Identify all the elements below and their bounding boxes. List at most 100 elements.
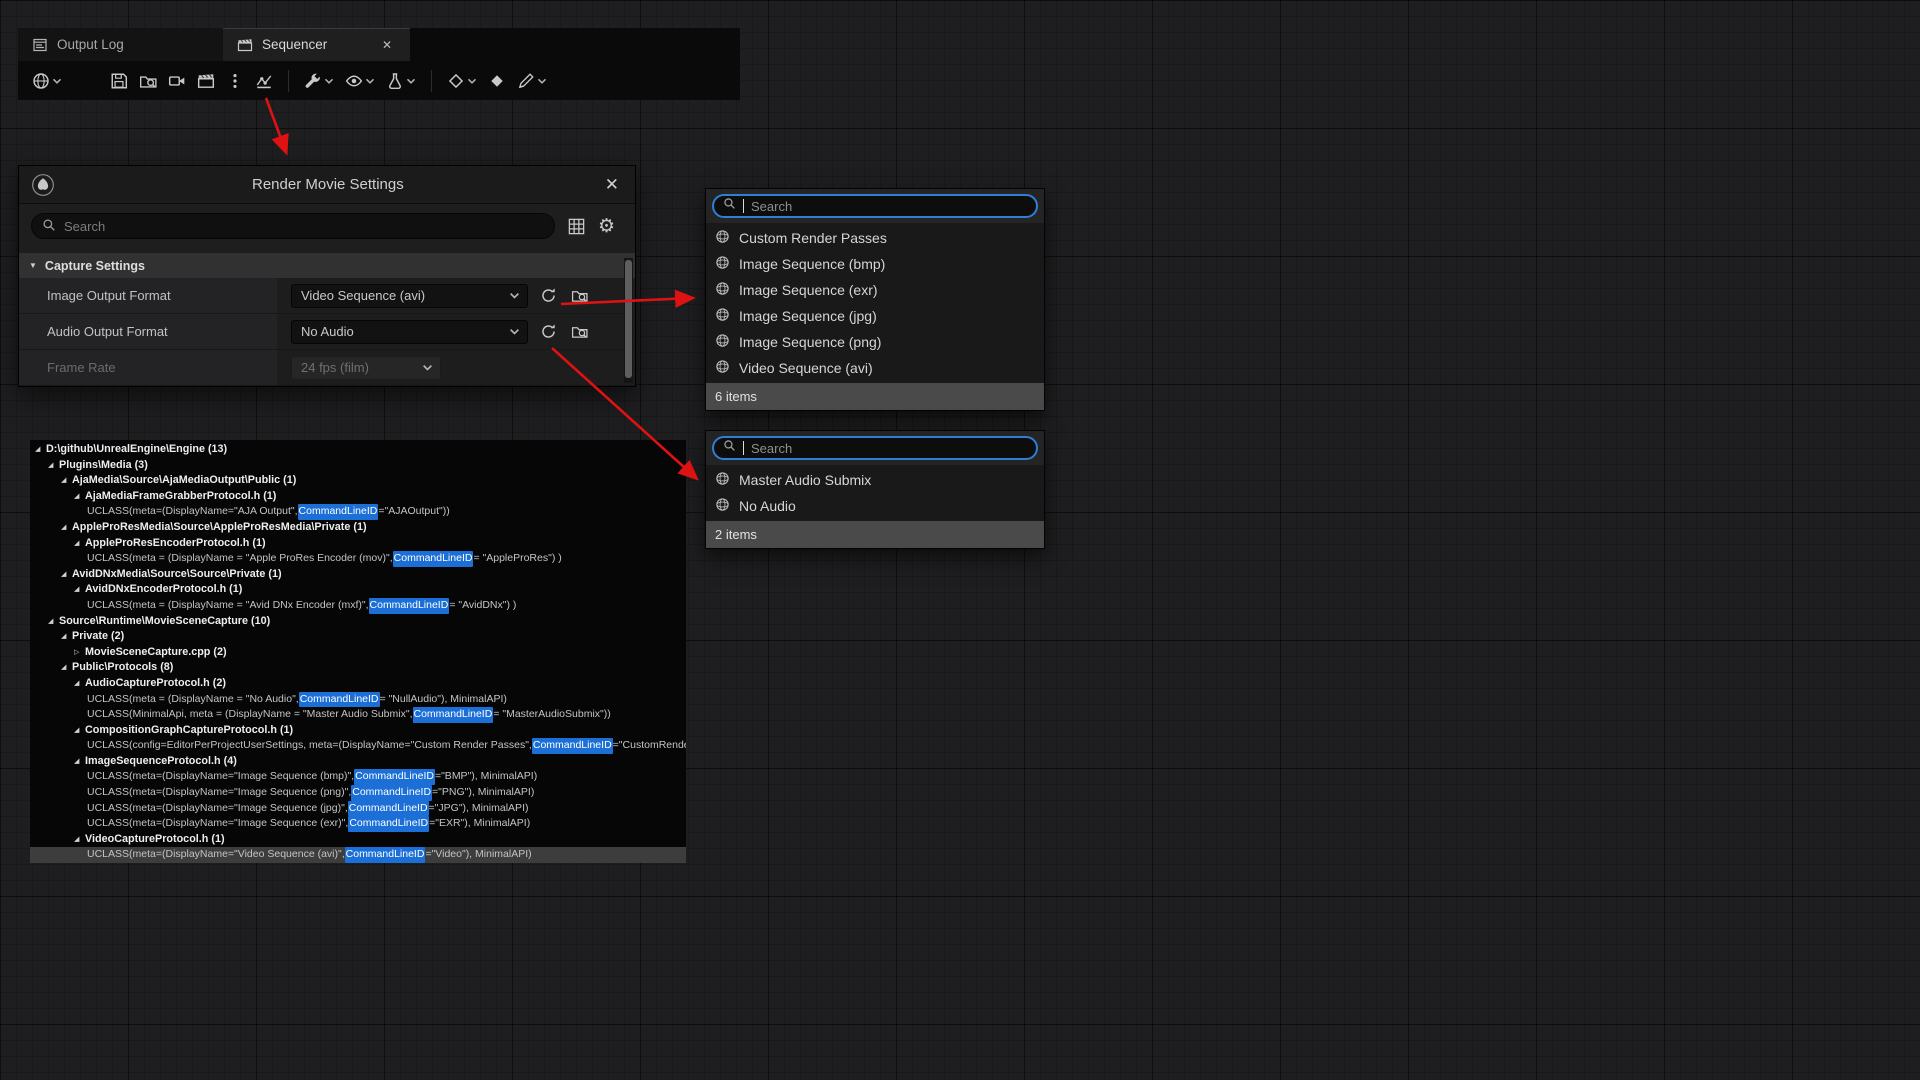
dialog-title-bar[interactable]: Render Movie Settings ✕ [19, 166, 635, 204]
keyframe-options-button[interactable] [443, 69, 481, 93]
tree-node[interactable]: ◢AvidDNxMedia\Source\Source\Private (1) [30, 567, 686, 583]
tree-node[interactable]: ◢AjaMedia\Source\AjaMediaOutput\Public (… [30, 473, 686, 489]
expanded-triangle-icon[interactable]: ◢ [61, 567, 72, 583]
tree-code-row[interactable]: UCLASS(meta=(DisplayName="Video Sequence… [30, 847, 686, 863]
view-options-button[interactable] [341, 69, 379, 93]
browse-content-button[interactable] [135, 69, 161, 93]
tree-code-row[interactable]: UCLASS(meta=(DisplayName="Image Sequence… [30, 785, 686, 801]
chevron-down-icon [509, 326, 527, 337]
toolbar-divider [431, 70, 432, 92]
expanded-triangle-icon[interactable]: ◢ [74, 582, 85, 598]
tree-code-row[interactable]: UCLASS(meta=(DisplayName="Image Sequence… [30, 816, 686, 832]
tree-node[interactable]: ◢Public\Protocols (8) [30, 660, 686, 676]
tree-node[interactable]: ◢Source\Runtime\MovieSceneCapture (10) [30, 614, 686, 630]
playback-options-button[interactable] [382, 69, 420, 93]
class-sphere-icon [715, 255, 730, 273]
expanded-triangle-icon[interactable]: ◢ [74, 832, 85, 848]
autokey-button[interactable] [484, 69, 510, 93]
expanded-triangle-icon[interactable]: ◢ [35, 442, 46, 458]
tree-code-row[interactable]: UCLASS(meta=(DisplayName="Image Sequence… [30, 769, 686, 785]
chevron-down-icon [509, 290, 527, 301]
expanded-triangle-icon[interactable]: ◢ [74, 754, 85, 770]
popup-search-input[interactable]: Search [712, 194, 1038, 218]
world-selector-button[interactable] [28, 69, 66, 93]
more-options-button[interactable] [222, 69, 248, 93]
popup-item[interactable]: Image Sequence (exr) [706, 277, 1044, 303]
audio-output-format-dropdown[interactable]: No Audio [291, 320, 528, 344]
tree-code-row[interactable]: UCLASS(meta=(DisplayName="Image Sequence… [30, 801, 686, 817]
tree-node[interactable]: ◢AppleProResMedia\Source\AppleProResMedi… [30, 520, 686, 536]
code-text: ="BMP"), MinimalAPI) [435, 769, 537, 785]
dropdown-selected-value: Video Sequence (avi) [292, 288, 509, 303]
tab-output-log[interactable]: Output Log [18, 28, 223, 61]
tab-label: Output Log [57, 37, 124, 52]
save-button[interactable] [106, 69, 132, 93]
capture-settings-section-header[interactable]: ▼ Capture Settings [19, 253, 635, 278]
use-selected-asset-button[interactable] [537, 285, 559, 307]
tree-node[interactable]: ◢Private (2) [30, 629, 686, 645]
use-selected-asset-button[interactable] [537, 321, 559, 343]
popup-item[interactable]: No Audio [706, 493, 1044, 519]
tree-node-label: AudioCaptureProtocol.h (2) [85, 676, 226, 692]
scrollbar-thumb[interactable] [625, 260, 632, 378]
diamond-filled-icon [488, 72, 506, 90]
tree-node[interactable]: ◢ImageSequenceProtocol.h (4) [30, 754, 686, 770]
tree-code-row[interactable]: UCLASS(meta = (DisplayName = "Avid DNx E… [30, 598, 686, 614]
tree-node[interactable]: ◢AudioCaptureProtocol.h (2) [30, 676, 686, 692]
tree-node[interactable]: ◢AvidDNxEncoderProtocol.h (1) [30, 582, 686, 598]
expanded-triangle-icon[interactable]: ◢ [48, 458, 59, 474]
actions-button[interactable] [300, 69, 338, 93]
popup-item[interactable]: Master Audio Submix [706, 467, 1044, 493]
tree-code-row[interactable]: UCLASS(MinimalApi, meta = (DisplayName =… [30, 707, 686, 723]
code-text: ="Video"), MinimalAPI) [425, 847, 531, 863]
collapsed-triangle-icon[interactable]: ▷ [74, 645, 85, 661]
popup-search-input[interactable]: Search [712, 436, 1038, 460]
property-matrix-icon[interactable] [567, 217, 586, 236]
tree-node[interactable]: ◢AppleProResEncoderProtocol.h (1) [30, 536, 686, 552]
create-camera-button[interactable] [164, 69, 190, 93]
popup-item[interactable]: Image Sequence (jpg) [706, 303, 1044, 329]
circle-arrow-icon [540, 287, 557, 304]
browse-asset-button[interactable] [568, 285, 590, 307]
tree-node[interactable]: ◢CompositionGraphCaptureProtocol.h (1) [30, 723, 686, 739]
class-sphere-icon [715, 229, 730, 247]
dialog-close-icon[interactable]: ✕ [601, 175, 623, 195]
tree-node[interactable]: ◢VideoCaptureProtocol.h (1) [30, 832, 686, 848]
tree-code-row[interactable]: UCLASS(meta=(DisplayName="AJA Output", C… [30, 504, 686, 520]
expanded-triangle-icon[interactable]: ◢ [61, 629, 72, 645]
chevron-down-icon [365, 76, 375, 86]
popup-item[interactable]: Video Sequence (avi) [706, 355, 1044, 381]
expanded-triangle-icon[interactable]: ◢ [61, 660, 72, 676]
settings-search-input[interactable]: Search [31, 213, 555, 239]
browse-asset-button[interactable] [568, 321, 590, 343]
tree-code-row[interactable]: UCLASS(meta = (DisplayName = "Apple ProR… [30, 551, 686, 567]
tree-node[interactable]: ◢D:\github\UnrealEngine\Engine (13) [30, 442, 686, 458]
tree-node[interactable]: ◢AjaMediaFrameGrabberProtocol.h (1) [30, 489, 686, 505]
expanded-triangle-icon[interactable]: ◢ [61, 473, 72, 489]
expanded-triangle-icon[interactable]: ◢ [74, 489, 85, 505]
expanded-triangle-icon[interactable]: ◢ [61, 520, 72, 536]
settings-gear-icon[interactable]: ⚙ [598, 217, 615, 236]
expanded-triangle-icon[interactable]: ◢ [74, 676, 85, 692]
render-movie-button[interactable] [193, 69, 219, 93]
edit-curves-button[interactable] [513, 69, 551, 93]
section-label: Capture Settings [45, 259, 145, 273]
expanded-triangle-icon[interactable]: ◢ [74, 536, 85, 552]
tree-node[interactable]: ▷MovieSceneCapture.cpp (2) [30, 645, 686, 661]
popup-item-label: Image Sequence (jpg) [739, 308, 877, 324]
popup-item[interactable]: Image Sequence (png) [706, 329, 1044, 355]
popup-item[interactable]: Custom Render Passes [706, 225, 1044, 251]
frame-rate-dropdown[interactable]: 24 fps (film) [291, 356, 441, 380]
popup-item[interactable]: Image Sequence (bmp) [706, 251, 1044, 277]
tree-node[interactable]: ◢Plugins\Media (3) [30, 458, 686, 474]
expanded-triangle-icon[interactable]: ◢ [48, 614, 59, 630]
tab-sequencer[interactable]: Sequencer ✕ [223, 28, 410, 61]
expanded-triangle-icon[interactable]: ◢ [74, 723, 85, 739]
image-output-format-dropdown[interactable]: Video Sequence (avi) [291, 284, 528, 308]
dialog-scrollbar[interactable] [624, 258, 633, 383]
close-tab-icon[interactable]: ✕ [378, 36, 396, 54]
tree-code-row[interactable]: UCLASS(config=EditorPerProjectUserSettin… [30, 738, 686, 754]
code-text: = "NullAudio"), MinimalAPI) [380, 692, 507, 708]
playlists-button[interactable] [251, 69, 277, 93]
tree-code-row[interactable]: UCLASS(meta = (DisplayName = "No Audio",… [30, 692, 686, 708]
